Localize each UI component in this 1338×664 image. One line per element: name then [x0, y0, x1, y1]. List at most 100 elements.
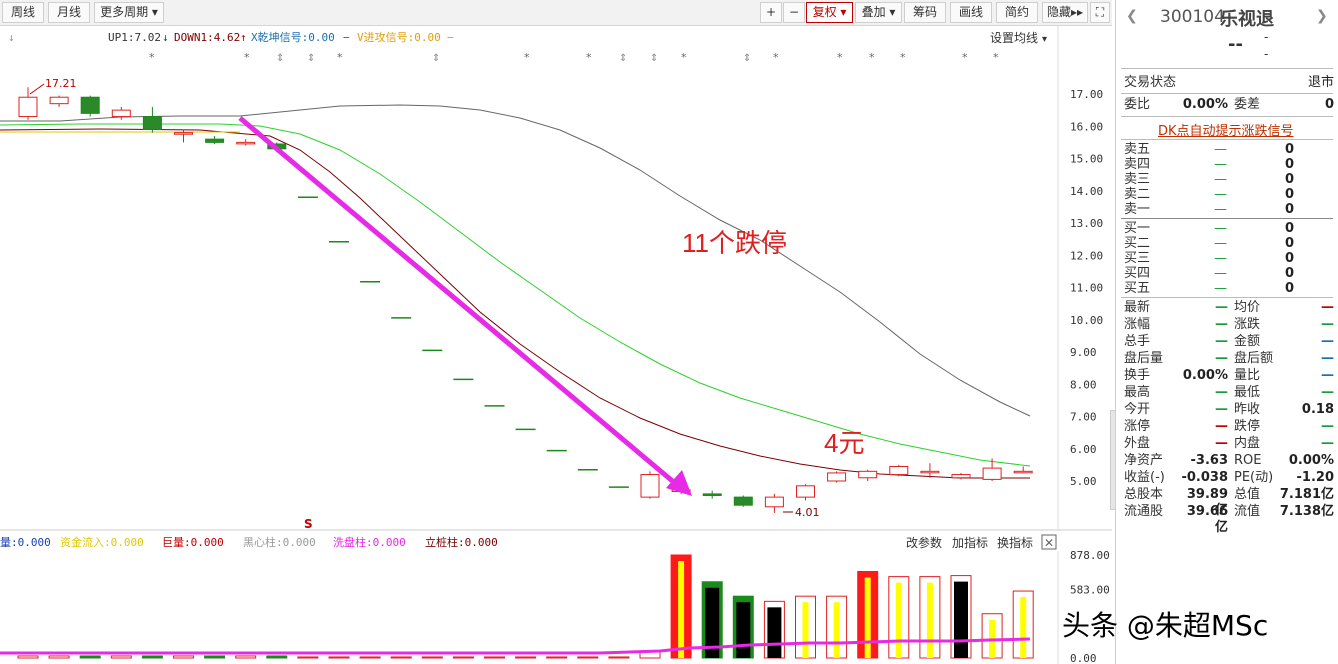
stat-value: 7.181亿 [1279, 487, 1334, 502]
draw-line-button[interactable]: 画线 [950, 2, 992, 23]
order-book-row: 买四 — 0 [1124, 266, 1334, 282]
stock-code: 300104 [1160, 7, 1225, 27]
order-level-label: 卖三 [1124, 172, 1151, 187]
stat-value: 0.18 [1301, 402, 1334, 417]
volume-bar-core [895, 582, 902, 658]
switch-indicator-button[interactable]: 换指标 [997, 535, 1033, 550]
double-arrow-icon: ▸▸ [1070, 5, 1084, 19]
volume-bar-body [17, 655, 39, 659]
simple-mode-button[interactable]: 简约 [996, 2, 1038, 23]
change-params-button[interactable]: 改参数 [906, 535, 942, 550]
zoom-out-button[interactable]: − [783, 2, 805, 23]
order-level-label: 卖二 [1124, 187, 1151, 202]
volume-bar [608, 656, 630, 659]
volume-chart[interactable]: 量:0.000 资金流入:0.000 巨量:0.000 黑心柱:0.000 洗盘柱:0.… [0, 531, 1112, 664]
stat-label: ROE [1234, 453, 1262, 468]
stat-label: 换手 [1124, 368, 1151, 383]
stat-label: 净资产 [1124, 453, 1164, 468]
order-ratio-row: 委比 0.00% 委差 0 [1124, 97, 1334, 113]
order-ratio-value: 0.00% [1182, 97, 1228, 112]
stat-label: 最新 [1124, 300, 1151, 315]
stat-row: 最高 — 最低 — [1124, 385, 1334, 401]
volume-bar-body [266, 655, 288, 659]
month-tab[interactable]: 月线 [48, 2, 90, 23]
s-marker: S [304, 517, 313, 531]
volume-bar [546, 656, 568, 659]
hide-button[interactable]: 隐藏▸▸ [1042, 2, 1088, 23]
candle [702, 490, 722, 499]
volume-bar [452, 656, 474, 659]
order-book-row: 买一 — 0 [1124, 221, 1334, 237]
volume-bar [421, 656, 443, 659]
volume-bar-core [926, 582, 933, 658]
next-stock-icon[interactable]: ❯ [1316, 8, 1328, 24]
stat-value: — [1215, 436, 1228, 451]
signal-star-icon: * [337, 51, 343, 64]
stat-value: 0.00% [1182, 368, 1228, 383]
stat-value: — [1215, 385, 1228, 400]
price-tick-label: 7.00 [1070, 411, 1097, 424]
stat-row: 涨停 — 跌停 — [1124, 419, 1334, 435]
stat-value: — [1321, 419, 1334, 434]
signal-marker-row: * * * * * * * * * * * * ⇕ ⇕ ⇕ ⇕ ⇕ ⇕ [149, 51, 999, 64]
set-ma-button[interactable]: 设置均线 [990, 31, 1038, 45]
prev-stock-icon[interactable]: ❮ [1126, 8, 1138, 24]
signal-arrow-icon: ⇕ [432, 53, 440, 64]
volume-bar-core [864, 577, 871, 658]
order-price: — [1214, 221, 1227, 236]
trend-arrow [238, 116, 678, 486]
stat-value: — [1321, 368, 1334, 383]
stat-label: PE(动) [1234, 470, 1274, 485]
week-tab[interactable]: 周线 [2, 2, 44, 23]
stat-row: 总手 — 金额 — [1124, 334, 1334, 350]
stat-label: 昨收 [1234, 402, 1261, 417]
adjust-dropdown[interactable]: 复权 ▾ [806, 2, 853, 23]
overlay-dropdown[interactable]: 叠加 ▾ [855, 2, 902, 23]
stat-row: 今开 — 昨收 0.18 [1124, 402, 1334, 418]
signal-star-icon: * [837, 51, 843, 64]
price-tick-label: 10.00 [1070, 314, 1103, 327]
volume-bar [484, 656, 505, 659]
volume-indicator-label: 洗盘柱:0.000 [333, 535, 406, 549]
order-volume: 0 [1284, 172, 1294, 187]
chevron-down-icon: ▾ [1042, 34, 1047, 45]
order-book-row: 卖五 — 0 [1124, 142, 1334, 158]
stat-label: 量比 [1234, 368, 1261, 383]
fullscreen-icon[interactable]: ⛶ [1090, 2, 1110, 23]
change-value: - [1264, 30, 1269, 44]
candle-body [236, 141, 256, 145]
down-arrow-icon: ↓ [162, 31, 169, 44]
volume-bar-body [515, 656, 537, 659]
candle [733, 495, 753, 507]
candle [111, 106, 131, 120]
dk-signal-link[interactable]: DK点自动提示涨跌信号 [1158, 120, 1294, 139]
candle-body [174, 132, 193, 135]
volume-bar [577, 656, 599, 659]
volume-bar [888, 576, 910, 659]
price-tick-label: 13.00 [1070, 217, 1103, 230]
stat-value: — [1215, 334, 1228, 349]
order-price: — [1214, 236, 1227, 251]
volume-bar-core [767, 607, 782, 658]
volume-bar [48, 655, 70, 659]
candlestick-chart[interactable]: ↓ UP1:7.02 ↓ DOWN1:4.62 ↑ X乾坤信号:0.00 − V… [0, 26, 1112, 531]
zoom-in-button[interactable]: + [760, 2, 782, 23]
volume-bar [204, 655, 226, 659]
order-volume: 0 [1284, 221, 1294, 236]
stat-value: — [1321, 317, 1334, 332]
stat-value: -0.038 [1181, 470, 1228, 485]
candle-body [205, 138, 225, 143]
signal-star-icon: * [773, 51, 779, 64]
volume-indicator-label: 黑心柱:0.000 [243, 535, 316, 549]
stat-row: 盘后量 — 盘后额 — [1124, 351, 1334, 367]
low-price-label: 4.01 [795, 506, 820, 519]
stat-row: 涨幅 — 涨跌 — [1124, 317, 1334, 333]
volume-bar-body [235, 655, 257, 659]
order-price: — [1214, 251, 1227, 266]
chips-button[interactable]: 筹码 [904, 2, 946, 23]
stat-label: 收益(-) [1124, 470, 1165, 485]
add-indicator-button[interactable]: 加指标 [952, 535, 988, 550]
order-volume: 0 [1284, 266, 1294, 281]
more-periods-dropdown[interactable]: 更多周期 ▾ [94, 2, 164, 23]
order-book-row: 买三 — 0 [1124, 251, 1334, 267]
